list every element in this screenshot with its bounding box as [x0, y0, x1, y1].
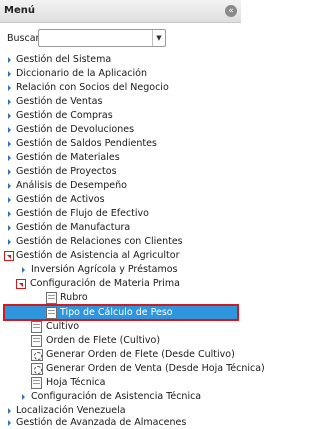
arrow-down-icon[interactable]	[19, 283, 23, 287]
tree-item[interactable]: Inversión Agrícola y Préstamos	[0, 263, 241, 277]
tree-item-label: Hoja Técnica	[46, 377, 106, 388]
tree-item-label: Gestión de Relaciones con Clientes	[16, 236, 183, 247]
tree-item[interactable]: Gestión de Activos	[0, 193, 241, 207]
tree-item-expanded[interactable]: Gestión de Asistencia al Agricultor	[0, 249, 241, 263]
arrow-right-icon[interactable]	[8, 408, 11, 414]
tree-item[interactable]: Gestión de Avanzada de Almacenes	[0, 416, 241, 429]
tree-item-label: Gestión de Materiales	[16, 152, 120, 163]
tree-item-label: Relación con Socios del Negocio	[16, 82, 169, 93]
tree-item-expanded[interactable]: Configuración de Materia Prima	[0, 277, 241, 291]
tree-item-label: Generar Orden de Venta (Desde Hoja Técni…	[46, 363, 265, 374]
menu-title: Menú	[4, 5, 35, 16]
arrow-right-icon[interactable]	[8, 57, 11, 63]
tree-item-label: Diccionario de la Aplicación	[16, 68, 147, 79]
tree-item[interactable]: Gestión de Ventas	[0, 95, 241, 109]
tree-item-label: Gestión de Avanzada de Almacenes	[16, 417, 187, 428]
tree-leaf[interactable]: Cultivo	[0, 320, 241, 334]
tree-leaf[interactable]: Hoja Técnica	[0, 376, 241, 390]
arrow-right-icon[interactable]	[8, 71, 11, 77]
document-icon	[46, 292, 57, 304]
tree-item-label: Gestión del Sistema	[16, 54, 112, 65]
tree-item-label: Gestión de Saldos Pendientes	[16, 138, 157, 149]
tree-item-label: Gestión de Activos	[16, 194, 105, 205]
arrow-right-icon[interactable]	[8, 113, 11, 119]
tree-leaf[interactable]: Generar Orden de Flete (Desde Cultivo)	[0, 348, 241, 362]
document-icon	[31, 377, 42, 389]
tree-item[interactable]: Gestión de Flujo de Efectivo	[0, 207, 241, 221]
arrow-right-icon[interactable]	[8, 169, 11, 175]
tree-item-label: Gestión de Asistencia al Agricultor	[16, 250, 180, 261]
arrow-right-icon[interactable]	[8, 183, 11, 189]
tree-item[interactable]: Gestión de Relaciones con Clientes	[0, 235, 241, 249]
search-input[interactable]	[40, 31, 152, 45]
search-combobox[interactable]: ▼	[38, 29, 166, 47]
tree-leaf[interactable]: Generar Orden de Venta (Desde Hoja Técni…	[0, 362, 265, 376]
arrow-right-icon[interactable]	[8, 239, 11, 245]
tree-leaf-selected[interactable]: Tipo de Cálculo de Peso	[3, 304, 239, 321]
tree-item[interactable]: Gestión de Proyectos	[0, 165, 241, 179]
arrow-right-icon[interactable]	[22, 267, 25, 273]
arrow-right-icon[interactable]	[8, 211, 11, 217]
tree-item[interactable]: Gestión de Compras	[0, 109, 241, 123]
tree-item[interactable]: Relación con Socios del Negocio	[0, 81, 241, 95]
arrow-down-icon[interactable]	[7, 255, 11, 259]
tree-item-label: Análisis de Desempeño	[16, 180, 127, 191]
collapse-left-icon[interactable]: «	[225, 5, 237, 17]
document-icon	[46, 307, 57, 319]
search-row: Buscar: ▼	[0, 27, 241, 49]
document-icon	[31, 335, 42, 347]
tree-item-label: Inversión Agrícola y Préstamos	[31, 264, 178, 275]
tree-item-label: Configuración de Asistencia Técnica	[31, 391, 202, 402]
tree-item-label: Generar Orden de Flete (Desde Cultivo)	[46, 349, 235, 360]
tree-item[interactable]: Gestión del Sistema	[0, 53, 241, 67]
tree-item[interactable]: Gestión de Devoluciones	[0, 123, 241, 137]
process-icon	[31, 349, 43, 361]
process-icon	[31, 363, 43, 375]
arrow-right-icon[interactable]	[8, 420, 11, 426]
tree-item-label: Configuración de Materia Prima	[30, 278, 180, 289]
tree-item[interactable]: Gestión de Materiales	[0, 151, 241, 165]
tree-item[interactable]: Gestión de Manufactura	[0, 221, 241, 235]
tree-item-label: Gestión de Flujo de Efectivo	[16, 208, 149, 219]
arrow-right-icon[interactable]	[8, 225, 11, 231]
tree-item-label: Gestión de Ventas	[16, 96, 103, 107]
tree-item-label: Tipo de Cálculo de Peso	[60, 307, 173, 318]
arrow-right-icon[interactable]	[8, 141, 11, 147]
tree-leaf[interactable]: Orden de Flete (Cultivo)	[0, 334, 241, 348]
tree-item[interactable]: Análisis de Desempeño	[0, 179, 241, 193]
tree-item-label: Gestión de Devoluciones	[16, 124, 135, 135]
menu-header: Menú «	[0, 0, 241, 23]
document-icon	[31, 321, 42, 333]
tree-item-label: Gestión de Proyectos	[16, 166, 117, 177]
arrow-right-icon[interactable]	[8, 99, 11, 105]
tree-item[interactable]: Diccionario de la Aplicación	[0, 67, 241, 81]
tree-item[interactable]: Configuración de Asistencia Técnica	[0, 390, 241, 404]
chevron-down-icon[interactable]: ▼	[152, 30, 165, 46]
tree-leaf[interactable]: Rubro	[0, 291, 241, 305]
arrow-right-icon[interactable]	[8, 197, 11, 203]
arrow-right-icon[interactable]	[8, 155, 11, 161]
tree-item-label: Gestión de Manufactura	[16, 222, 131, 233]
arrow-right-icon[interactable]	[8, 127, 11, 133]
tree-item-label: Gestión de Compras	[16, 110, 113, 121]
arrow-right-icon[interactable]	[22, 394, 25, 400]
tree-item-label: Rubro	[60, 292, 88, 303]
tree-item[interactable]: Gestión de Saldos Pendientes	[0, 137, 241, 151]
tree-item-label: Cultivo	[46, 321, 80, 332]
arrow-right-icon[interactable]	[8, 85, 11, 91]
tree-item-label: Orden de Flete (Cultivo)	[46, 335, 161, 346]
